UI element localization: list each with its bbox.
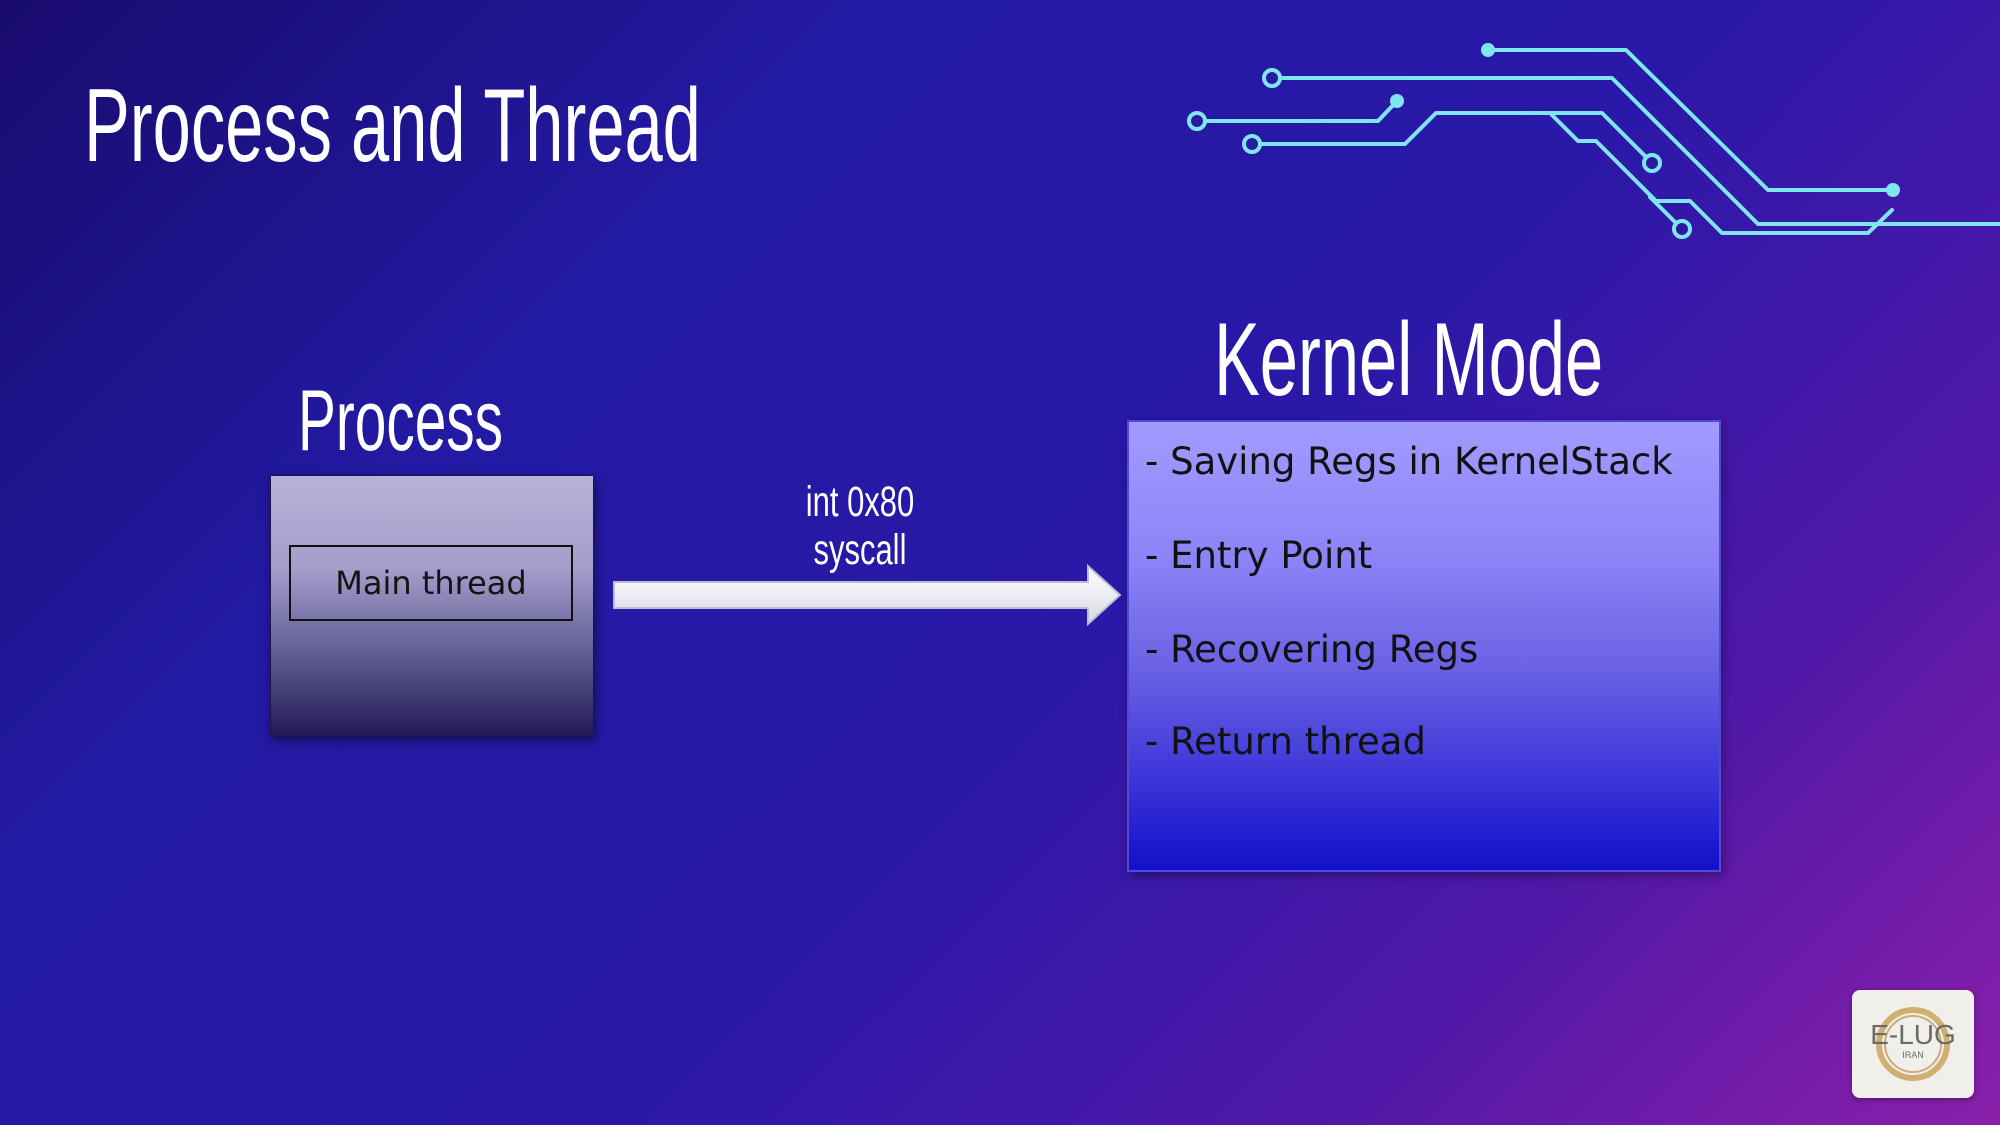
syscall-line-1: int 0x80 <box>805 478 915 526</box>
kernel-step-entry-point: - Entry Point <box>1145 534 1373 577</box>
main-thread-label: Main thread <box>335 564 527 602</box>
logo-text: E-LUG <box>1870 1019 1956 1050</box>
process-title: Process <box>298 373 504 469</box>
right-arrow-icon <box>613 563 1122 627</box>
kernel-mode-title: Kernel Mode <box>1214 302 1604 418</box>
syscall-label: int 0x80 syscall <box>760 478 960 574</box>
logo-subtext: IRAN <box>1902 1050 1924 1060</box>
slide-title: Process and Thread <box>84 68 701 184</box>
kernel-step-return-thread: - Return thread <box>1145 720 1426 763</box>
process-box: Main thread <box>270 475 594 737</box>
elug-logo-icon: E-LUG IRAN <box>1852 990 1974 1098</box>
main-thread-box: Main thread <box>289 545 573 621</box>
kernel-step-saving-regs: - Saving Regs in KernelStack <box>1145 440 1673 483</box>
kernel-step-recovering-regs: - Recovering Regs <box>1145 628 1479 671</box>
kernel-mode-box: - Saving Regs in KernelStack - Entry Poi… <box>1127 420 1721 872</box>
